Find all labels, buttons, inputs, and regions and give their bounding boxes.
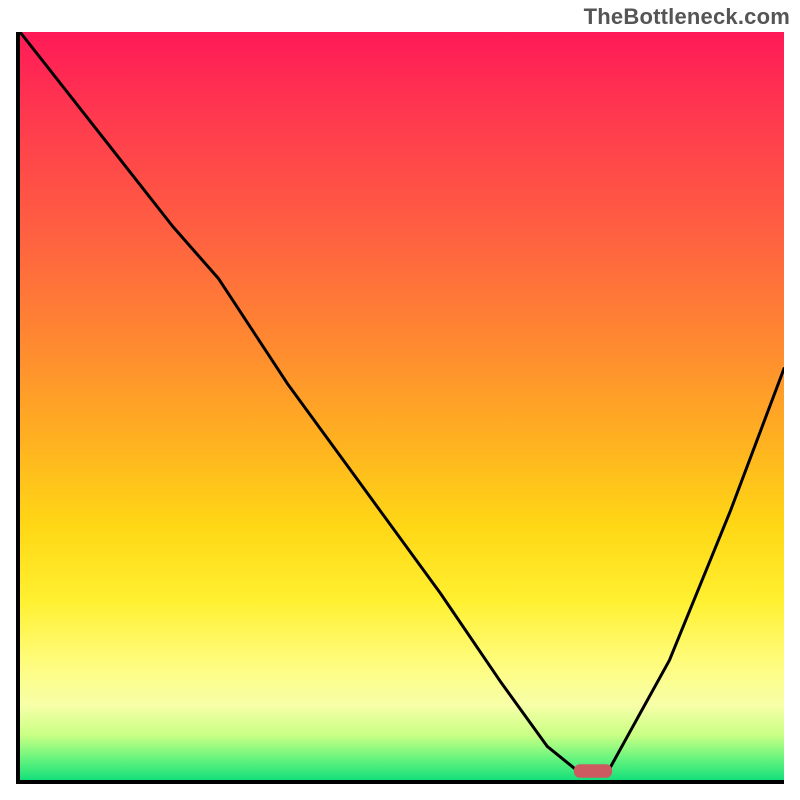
watermark-text: TheBottleneck.com	[584, 4, 790, 30]
curve-layer	[20, 32, 784, 780]
bottleneck-curve	[20, 32, 784, 771]
chart-container: TheBottleneck.com	[0, 0, 800, 800]
optimum-marker	[574, 764, 612, 778]
plot-area	[16, 32, 784, 784]
